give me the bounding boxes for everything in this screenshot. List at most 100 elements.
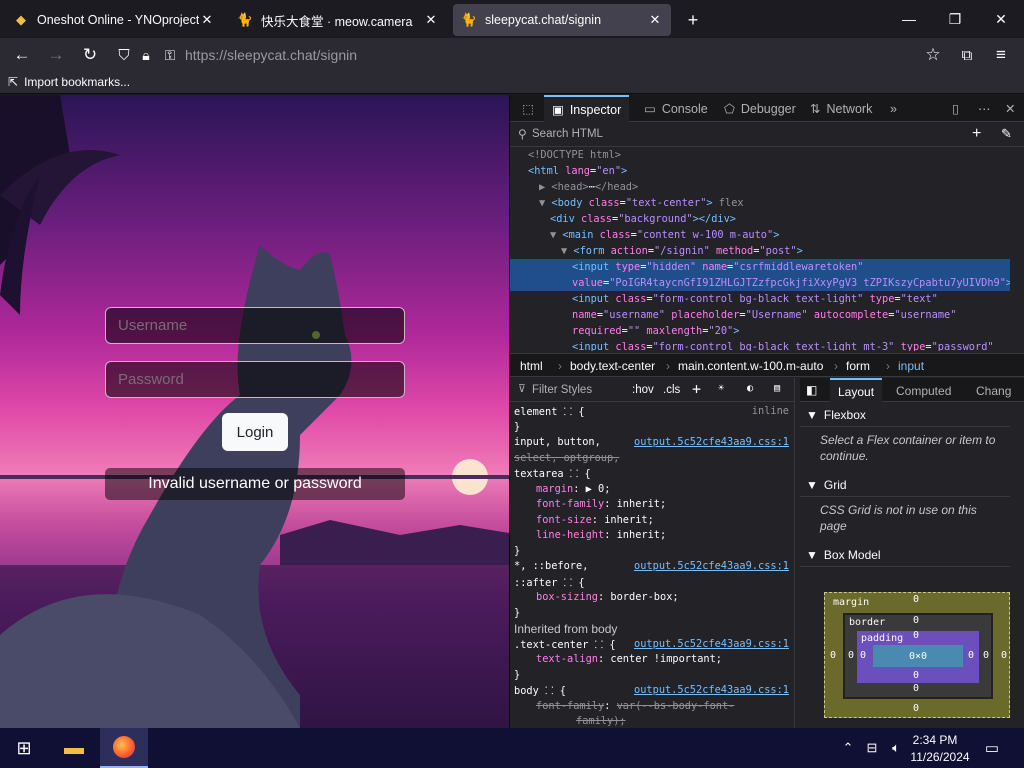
rule-value[interactable]: var(--bs-body-font- [617,700,735,712]
rule-selector[interactable]: select, optgroup, [514,452,619,464]
tab-debugger[interactable]: ⬠ Debugger [718,95,802,122]
light-mode-icon[interactable]: ☀ [718,382,724,394]
rule-property[interactable]: font-size [536,514,592,526]
maximize-button[interactable]: ❐ [932,0,978,38]
search-html-input[interactable]: Search HTML [532,128,603,140]
rule-selector[interactable]: body ⸬ { [514,685,566,697]
notifications-icon[interactable]: ▭ [980,728,1004,768]
markup-line[interactable]: ▼ <body class="text-center"> flex [510,195,1010,211]
devtools-close-icon[interactable]: ✕ [1005,95,1015,122]
file-explorer-icon[interactable]: ▬ [52,728,96,768]
rule-source-link[interactable]: output.5c52cfe43aa9.css:1 [634,436,789,448]
dock-icon[interactable]: ▯ [952,95,959,122]
rule-source-link[interactable]: output.5c52cfe43aa9.css:1 [634,560,789,572]
tab-changes[interactable]: Chang [976,384,1011,398]
markup-line[interactable]: <html lang="en"> [510,163,1010,179]
flexbox-section[interactable]: ▼ Flexbox [800,403,1010,427]
rule-selector[interactable]: *, ::before, [514,560,588,572]
breadcrumb-item[interactable]: body.text-center [570,359,655,373]
markup-line[interactable]: <input class="form-control bg-black text… [510,339,1010,351]
filter-styles-input[interactable]: Filter Styles [532,384,592,396]
tab-inspector[interactable]: ▣ Inspector [544,95,630,122]
rule-value[interactable]: inherit; [617,529,667,541]
clock-date[interactable]: 11/26/2024 [905,750,975,764]
close-icon[interactable]: ✕ [647,12,663,28]
rule-property[interactable]: font-family [536,498,604,510]
url-bar[interactable]: https://sleepycat.chat/signin [185,47,357,63]
volume-icon[interactable]: 🔈︎ [886,728,906,768]
sidebar-toggle-icon[interactable]: ◧ [806,383,817,397]
grid-section[interactable]: ▼ Grid [800,473,1010,497]
tab-layout[interactable]: Layout [830,378,883,402]
dark-mode-icon[interactable]: ◐ [747,382,753,394]
markup-line-selected[interactable]: value="PoIGR4taycnGfI91ZHLGJTZzfpcGkjfiX… [510,275,1010,291]
markup-line-selected[interactable]: <input type="hidden" name="csrfmiddlewar… [510,259,1010,275]
pick-element-icon[interactable]: ⬚ [516,95,540,122]
forward-icon[interactable]: → [42,41,70,69]
rule-property[interactable]: box-sizing [536,591,598,603]
rule-value[interactable]: family); [576,715,626,727]
username-input[interactable]: Username [105,307,405,344]
add-node-icon[interactable]: + [972,125,981,143]
rule-source-link[interactable]: output.5c52cfe43aa9.css:1 [634,638,789,650]
rule-value[interactable]: inherit; [604,514,654,526]
key-icon[interactable]: ⚿ [156,41,184,69]
clock-time[interactable]: 2:34 PM [905,733,965,747]
more-options-icon[interactable]: ⋯ [978,95,991,122]
eyedropper-icon[interactable]: ✎ [1001,126,1012,142]
reload-icon[interactable]: ↻ [76,41,104,69]
tab-meow-camera[interactable]: 🐈 快乐大食堂 · meow.camera ✕ [229,4,447,36]
breadcrumb-item[interactable]: input [898,359,924,373]
rule-property[interactable]: text-align [536,653,598,665]
breadcrumb-item[interactable]: main.content.w-100.m-auto [678,359,823,373]
markup-line[interactable]: <!DOCTYPE html> [510,147,1010,163]
extensions-icon[interactable]: ⧉ [953,41,981,69]
rule-source-link[interactable]: inline [752,405,789,417]
tab-oneshot[interactable]: ◆ Oneshot Online - YNOproject ✕ [5,4,223,36]
cls-toggle[interactable]: .cls [663,384,680,396]
start-icon[interactable]: ⊞ [0,728,48,768]
add-rule-icon[interactable]: + [692,380,701,398]
print-icon[interactable]: ▤ [774,382,780,394]
rule-selector[interactable]: element ⸬ { [514,406,585,418]
markup-line[interactable]: <div class="background"></div> [510,211,1010,227]
markup-line[interactable]: <input class="form-control bg-black text… [510,291,1010,307]
window-close-button[interactable]: ✕ [978,0,1024,38]
boxmodel-section[interactable]: ▼ Box Model [800,543,1010,567]
rule-value[interactable]: border-box; [610,591,678,603]
network-tray-icon[interactable]: ⊟ [862,728,882,768]
close-icon[interactable]: ✕ [199,12,215,28]
minimize-button[interactable]: — [886,0,932,38]
tab-network[interactable]: ⇅ Network [804,95,878,122]
rule-property[interactable]: font-family [536,700,604,712]
star-icon[interactable]: ☆ [919,41,947,69]
rule-selector[interactable]: .text-center ⸬ { [514,639,616,651]
markup-line[interactable]: required="" maxlength="20"> [510,323,1010,339]
markup-line[interactable]: ▼ <main class="content w-100 m-auto"> [510,227,1010,243]
tab-computed[interactable]: Computed [896,384,951,398]
rule-selector[interactable]: textarea ⸬ { [514,468,591,480]
more-tabs-icon[interactable]: » [890,95,897,122]
new-tab-button[interactable]: + [680,4,706,36]
menu-icon[interactable]: ≡ [987,41,1015,69]
import-bookmarks-button[interactable]: ⇱ Import bookmarks... [8,75,130,89]
password-input[interactable]: Password [105,361,405,398]
rule-selector[interactable]: input, button, [514,436,601,448]
markup-view[interactable]: <!DOCTYPE html> <html lang="en"> ▶ <head>⋯… [510,147,1010,351]
markup-line[interactable]: name="username" placeholder="Username" a… [510,307,1010,323]
rule-property[interactable]: line-height [536,529,604,541]
rule-value[interactable]: inherit; [617,498,667,510]
tab-console[interactable]: ▭ Console [638,95,714,122]
rule-source-link[interactable]: output.5c52cfe43aa9.css:1 [634,684,789,696]
breadcrumb-item[interactable]: html [520,359,543,373]
rule-value[interactable]: center !important; [610,653,722,665]
chevron-up-icon[interactable]: ⌃ [838,728,858,768]
back-icon[interactable]: ← [8,41,36,69]
firefox-icon[interactable] [100,728,148,768]
breadcrumb-item[interactable]: form [846,359,870,373]
tab-sleepycat-signin[interactable]: 🐈 sleepycat.chat/signin ✕ [453,4,671,36]
rule-selector[interactable]: ::after ⸬ { [514,577,585,589]
rule-value[interactable]: ▶ 0; [586,483,611,495]
hov-toggle[interactable]: :hov [632,384,654,396]
markup-line[interactable]: ▶ <head>⋯</head> [510,179,1010,195]
